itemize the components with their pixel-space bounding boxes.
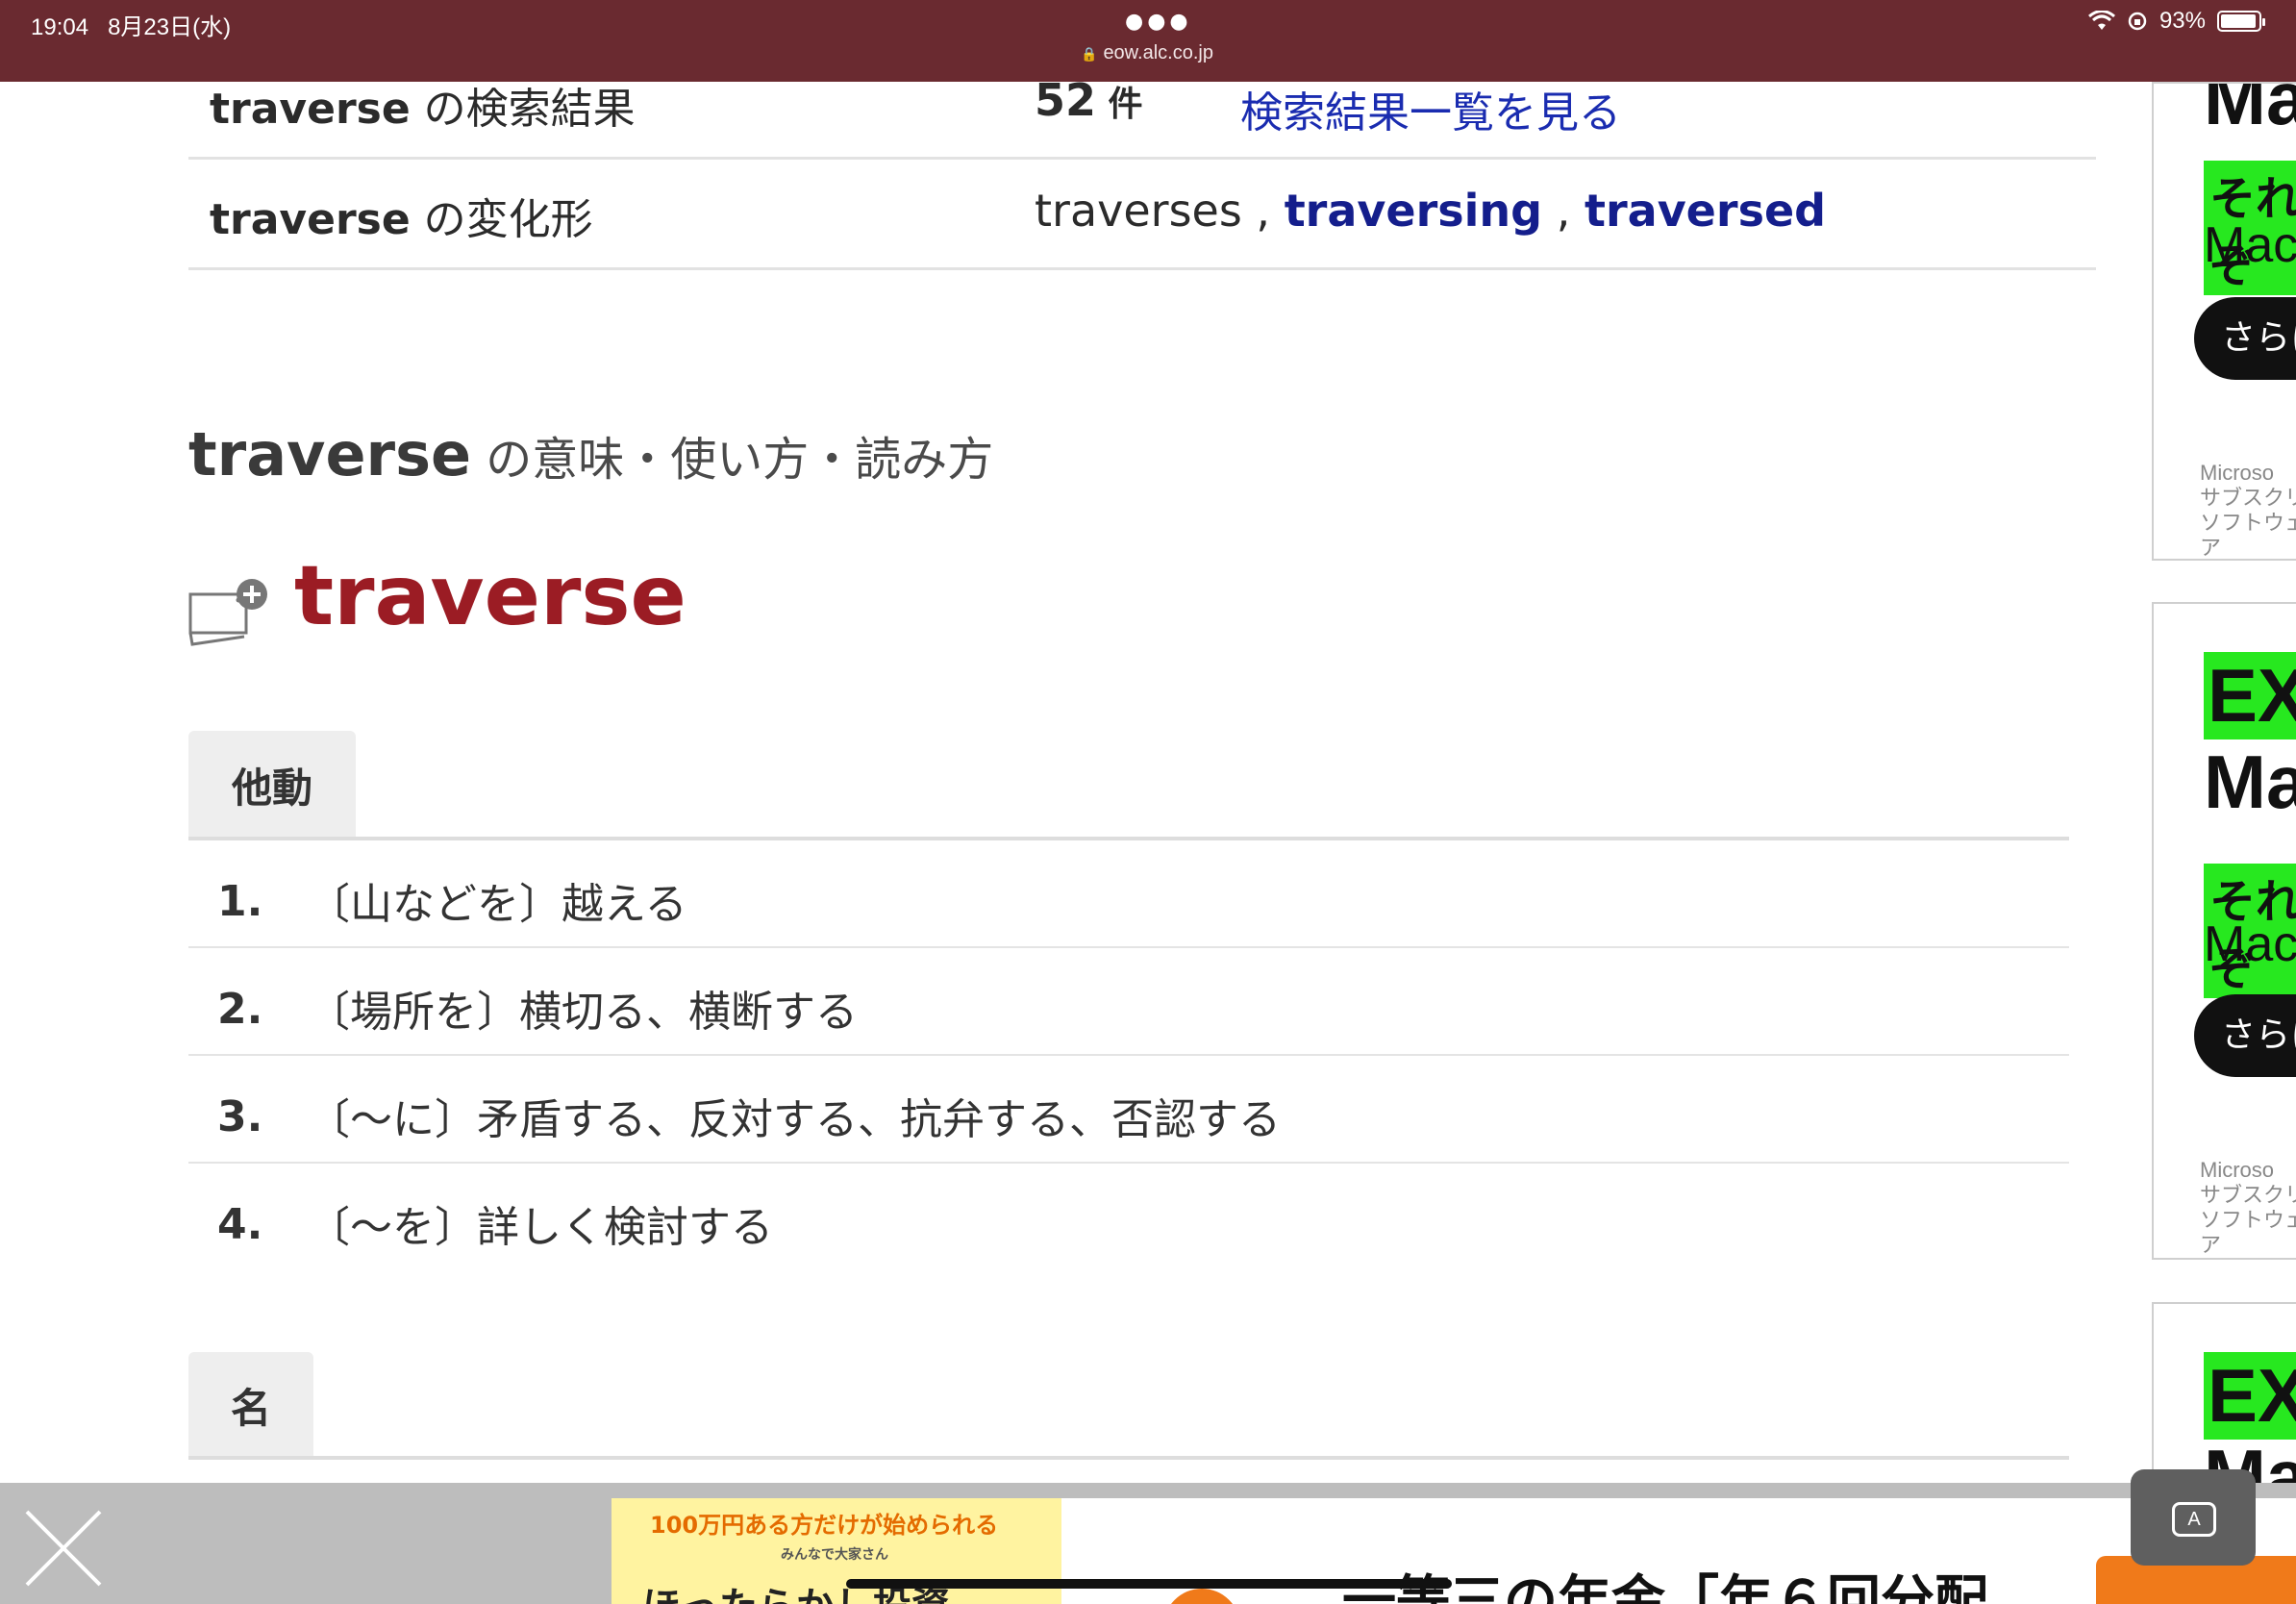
lock-icon: 🔒	[1081, 46, 1098, 62]
search-results-row: traverse の検索結果 52 件 検索結果一覧を見る	[188, 74, 2096, 160]
banner-promo-text: 100万円ある方だけが始められる	[650, 1512, 999, 1539]
inflections-label: traverse の変化形	[210, 195, 593, 244]
sidebar-ad-2[interactable]: EX Ma それぞ Mac さらに Microsoサブスクリソフトウェア	[2152, 602, 2296, 1260]
battery-icon	[2217, 11, 2265, 32]
definition-text: 〔～に〕矛盾する、反対する、抗弁する、否認する	[308, 1095, 1281, 1144]
form-traversed-link[interactable]: traversed	[1585, 185, 1826, 237]
ad-fineprint: Microso サブスクリ ソフトウェア	[2200, 1158, 2296, 1257]
search-results-label: traverse の検索結果	[210, 85, 636, 134]
definition-item: 2. 〔場所を〕横切る、横断する	[188, 948, 2069, 1056]
definition-text: 〔山などを〕越える	[308, 880, 687, 929]
ad-title: Ma	[2204, 739, 2296, 824]
definition-item: 4. 〔～を〕詳しく検討する	[188, 1164, 2069, 1269]
form-traversing-link[interactable]: traversing	[1285, 185, 1542, 237]
ad-fineprint: Microso サブスクリ ソフトウェア	[2200, 461, 2296, 560]
ad-text: Mac	[2204, 217, 2296, 273]
definition-number: 2.	[217, 985, 263, 1034]
keyboard-a-icon: A	[2172, 1502, 2216, 1537]
ad-more-button[interactable]: さらに	[2194, 297, 2296, 380]
multitasking-dots-icon[interactable]: ●●●	[1125, 10, 1192, 34]
definition-text: 〔～を〕詳しく検討する	[308, 1203, 773, 1252]
ad-title: Ma	[2204, 82, 2296, 140]
address-bar[interactable]: 🔒 eow.alc.co.jp	[1081, 42, 1213, 64]
definition-item: 3. 〔～に〕矛盾する、反対する、抗弁する、否認する	[188, 1056, 2069, 1164]
pos-tab-transitive-verb: 他動	[188, 731, 356, 839]
definition-number: 4.	[217, 1200, 263, 1249]
headword: traverse	[294, 548, 686, 644]
pos-tab-noun: 名	[188, 1352, 313, 1458]
home-indicator[interactable]	[846, 1579, 1452, 1589]
definition-number: 1.	[217, 877, 263, 926]
inflections-row: traverse の変化形 traverses , traversing , t…	[188, 160, 2096, 270]
sidebar-ad-1[interactable]: Ma それぞ Mac さらに Microsoサブスクリソフトウェア	[2152, 82, 2296, 561]
definition-text: 〔場所を〕横切る、横断する	[308, 988, 858, 1037]
status-time-date: 19:04 8月23日(水)	[31, 14, 232, 40]
divider	[188, 1456, 2069, 1460]
section-heading: traverse の意味・使い方・読み方	[188, 419, 994, 489]
orientation-lock-icon	[2128, 12, 2147, 31]
result-count: 52 件	[1035, 74, 1143, 126]
status-indicators: 93%	[2087, 8, 2265, 35]
wifi-icon	[2087, 11, 2115, 30]
ad-title: EX	[2204, 652, 2296, 739]
status-bar: 19:04 8月23日(水) ●●● 🔒 eow.alc.co.jp 93%	[0, 0, 2296, 82]
definition-item: 1. 〔山などを〕越える	[188, 840, 2069, 948]
add-to-wordbook-icon[interactable]	[188, 577, 275, 646]
keyboard-toggle-button[interactable]: A	[2131, 1469, 2256, 1566]
ad-more-button[interactable]: さらに	[2194, 994, 2296, 1077]
ad-text: Mac	[2204, 916, 2296, 972]
banner-logo	[1163, 1589, 1240, 1604]
battery-percent: 93%	[2159, 8, 2206, 34]
inflection-forms: traverses , traversing , traversed	[1035, 185, 1827, 237]
banner-brand: みんなで大家さん	[781, 1547, 888, 1563]
definition-number: 3.	[217, 1092, 263, 1141]
form-traverses: traverses	[1035, 185, 1242, 237]
ad-title: EX	[2204, 1352, 2296, 1440]
close-icon[interactable]	[23, 1508, 104, 1589]
view-all-results-link[interactable]: 検索結果一覧を見る	[1240, 78, 1621, 139]
